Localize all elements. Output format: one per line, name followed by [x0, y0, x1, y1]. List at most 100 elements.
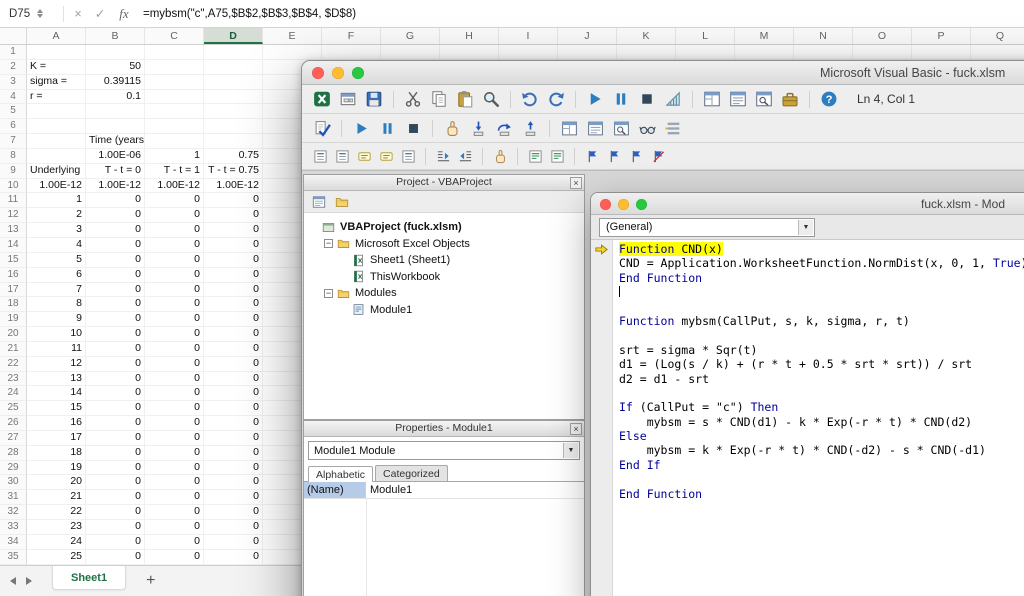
run-icon[interactable] [349, 116, 373, 140]
outdent-icon[interactable] [455, 146, 475, 166]
cell-B29[interactable]: 0 [86, 460, 145, 476]
cell-A15[interactable]: 5 [27, 252, 86, 268]
cell-B10[interactable]: 1.00E-12 [86, 178, 145, 194]
column-header-E[interactable]: E [263, 28, 322, 44]
cell-A26[interactable]: 16 [27, 416, 86, 431]
cell-A3[interactable]: sigma = [27, 74, 86, 90]
properties-window-icon[interactable] [726, 87, 750, 111]
save-icon[interactable] [362, 87, 386, 111]
code-line[interactable]: srt = sigma * Sqr(t) [619, 343, 1024, 357]
row-header-28[interactable]: 28 [0, 445, 27, 461]
compile-icon[interactable] [310, 116, 334, 140]
cell-D10[interactable]: 1.00E-12 [204, 178, 263, 194]
cell-B22[interactable]: 0 [86, 356, 145, 372]
close-icon[interactable]: × [570, 422, 582, 435]
code-line[interactable]: CND = Application.WorksheetFunction.Norm… [619, 256, 1024, 270]
cell-K1[interactable] [617, 45, 676, 60]
zoom-button[interactable] [352, 67, 364, 79]
cell-B7[interactable]: Time (years) [86, 134, 145, 149]
column-header-D[interactable]: D [204, 28, 263, 44]
column-header-A[interactable]: A [27, 28, 86, 44]
cell-D33[interactable]: 0 [204, 520, 263, 535]
cell-B21[interactable]: 0 [86, 341, 145, 357]
quick-watch-icon[interactable] [635, 116, 659, 140]
indent-icon[interactable] [433, 146, 453, 166]
add-sheet-button[interactable]: + [146, 572, 155, 590]
cell-J1[interactable] [558, 45, 617, 60]
watch-window-icon[interactable] [609, 116, 633, 140]
step-into-icon[interactable] [466, 116, 490, 140]
enter-icon[interactable]: ✓ [89, 6, 111, 21]
cell-Q1[interactable] [971, 45, 1024, 60]
cell-C9[interactable]: T - t = 1 [145, 163, 204, 179]
cell-A12[interactable]: 2 [27, 208, 86, 224]
cell-A35[interactable]: 25 [27, 549, 86, 565]
toggle-breakpoint-icon[interactable] [440, 116, 464, 140]
cell-A1[interactable] [27, 45, 86, 60]
cell-B5[interactable] [86, 104, 145, 120]
cell-C5[interactable] [145, 104, 204, 120]
code-window-title-bar[interactable]: fuck.xlsm - Mod [591, 193, 1024, 215]
object-box-dropdown[interactable]: (General) ▼ [599, 217, 815, 237]
cell-B2[interactable]: 50 [86, 59, 145, 75]
row-header-29[interactable]: 29 [0, 460, 27, 476]
cell-C18[interactable]: 0 [145, 297, 204, 313]
cell-B35[interactable]: 0 [86, 549, 145, 565]
cell-D25[interactable]: 0 [204, 401, 263, 417]
cell-A31[interactable]: 21 [27, 490, 86, 506]
code-margin[interactable] [591, 240, 613, 596]
cell-M1[interactable] [735, 45, 794, 60]
column-header-O[interactable]: O [853, 28, 912, 44]
cell-N1[interactable] [794, 45, 853, 60]
row-header-26[interactable]: 26 [0, 416, 27, 431]
cell-A4[interactable]: r = [27, 89, 86, 105]
cell-D8[interactable]: 0.75 [204, 148, 263, 164]
cell-D21[interactable]: 0 [204, 341, 263, 357]
cell-D4[interactable] [204, 89, 263, 105]
cell-C16[interactable]: 0 [145, 267, 204, 283]
row-header-1[interactable]: 1 [0, 45, 27, 60]
row-header-21[interactable]: 21 [0, 341, 27, 357]
cell-D13[interactable]: 0 [204, 223, 263, 238]
locals-window-icon[interactable] [557, 116, 581, 140]
step-out-icon[interactable] [518, 116, 542, 140]
cell-L1[interactable] [676, 45, 735, 60]
cell-D35[interactable]: 0 [204, 549, 263, 565]
cell-D11[interactable]: 0 [204, 193, 263, 209]
cell-C20[interactable]: 0 [145, 327, 204, 342]
cell-D1[interactable] [204, 45, 263, 60]
parameter-info-icon[interactable] [376, 146, 396, 166]
cell-D12[interactable]: 0 [204, 208, 263, 224]
cell-C26[interactable]: 0 [145, 416, 204, 431]
column-header-L[interactable]: L [676, 28, 735, 44]
next-sheet-icon[interactable] [26, 577, 32, 585]
cell-C19[interactable]: 0 [145, 312, 204, 328]
cell-D2[interactable] [204, 59, 263, 75]
cell-C34[interactable]: 0 [145, 534, 204, 550]
row-header-32[interactable]: 32 [0, 505, 27, 520]
close-icon[interactable]: × [570, 176, 582, 189]
column-header-Q[interactable]: Q [971, 28, 1024, 44]
minimize-button[interactable] [618, 198, 629, 210]
cell-D23[interactable]: 0 [204, 371, 263, 387]
quick-info-icon[interactable] [354, 146, 374, 166]
cell-D20[interactable]: 0 [204, 327, 263, 342]
column-header-N[interactable]: N [794, 28, 853, 44]
code-line[interactable]: Function mybsm(CallPut, s, k, sigma, r, … [619, 314, 1024, 328]
cell-B19[interactable]: 0 [86, 312, 145, 328]
immediate-window-icon[interactable] [583, 116, 607, 140]
row-header-16[interactable]: 16 [0, 267, 27, 283]
column-header-G[interactable]: G [381, 28, 440, 44]
cell-F1[interactable] [322, 45, 381, 60]
cell-D16[interactable]: 0 [204, 267, 263, 283]
cell-A14[interactable]: 4 [27, 237, 86, 253]
cell-C1[interactable] [145, 45, 204, 60]
minimize-button[interactable] [332, 67, 344, 79]
cell-B13[interactable]: 0 [86, 223, 145, 238]
cell-C2[interactable] [145, 59, 204, 75]
tree-item-sheet1-sheet1[interactable]: −Sheet1 (Sheet1) [304, 252, 584, 269]
column-header-I[interactable]: I [499, 28, 558, 44]
code-line[interactable]: d1 = (Log(s / k) + (r * t + 0.5 * srt * … [619, 357, 1024, 371]
row-header-15[interactable]: 15 [0, 252, 27, 268]
toggle-bookmark-icon[interactable] [582, 146, 602, 166]
